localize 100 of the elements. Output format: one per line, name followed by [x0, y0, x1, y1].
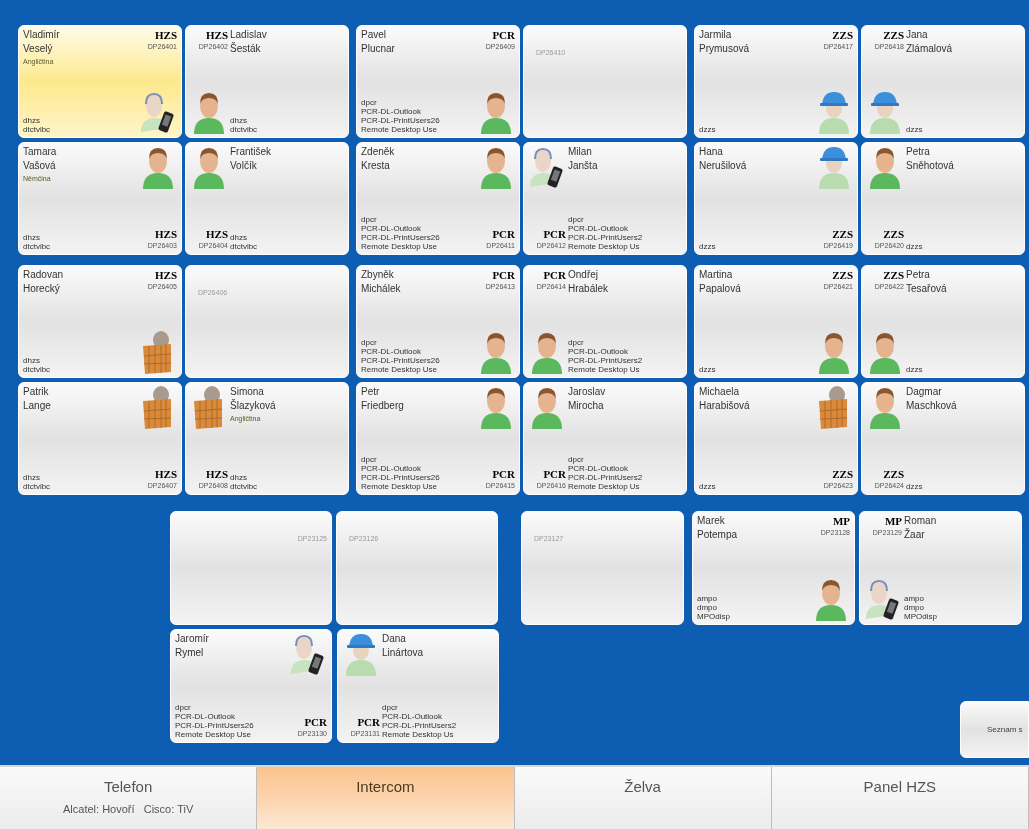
- last-name: Mirocha: [568, 399, 605, 413]
- last-name: Prymusová: [699, 42, 750, 56]
- first-name: Jaroslav: [568, 385, 607, 398]
- list-button[interactable]: Seznam s: [960, 701, 1029, 758]
- tab[interactable]: Intercom: [257, 767, 515, 829]
- group-label: PCR-DL-Outlook: [568, 347, 629, 356]
- tab-label: Intercom: [356, 777, 415, 797]
- first-name: Jarmila: [699, 28, 733, 41]
- group-label: Remote Desktop Us: [382, 730, 455, 739]
- group-label: PCR-DL-Outlook: [568, 224, 629, 233]
- group-label: dpcr: [361, 455, 378, 464]
- first-name: Dana: [382, 632, 407, 645]
- unit-label: HZS: [155, 467, 177, 481]
- tab-label: Telefon: [103, 777, 153, 797]
- first-name: Ondřej: [568, 268, 599, 281]
- unit-label: PCR: [492, 227, 515, 241]
- group-label: dpcr: [361, 338, 378, 347]
- tab[interactable]: Želva: [514, 767, 772, 829]
- group-label: MPOdisp: [697, 612, 731, 621]
- group-label: PCR-DL-Outlook: [361, 464, 422, 473]
- group-label: dpcr: [568, 215, 585, 224]
- group-label: dhzs: [230, 473, 248, 482]
- group-label: dhzs: [230, 116, 248, 125]
- first-name: Petr: [361, 385, 381, 398]
- unit-label: HZS: [155, 227, 177, 241]
- group-label: PCR-DL-Outlook: [361, 107, 422, 116]
- group-label: dtctvibc: [23, 242, 52, 251]
- group-label: dtctvibc: [23, 365, 52, 374]
- first-name: Petra: [906, 145, 931, 158]
- first-name: Jaromír: [175, 632, 210, 645]
- first-name: Tamara: [23, 145, 58, 158]
- unit-label: ZZS: [883, 227, 904, 241]
- group-label: PCR-DL-PrintUsers2: [568, 233, 644, 242]
- group-label: dzzs: [906, 482, 924, 491]
- group-label: dzzs: [906, 242, 924, 251]
- first-name: Ladislav: [230, 28, 268, 41]
- first-name: Petra: [906, 268, 931, 281]
- group-label: Remote Desktop Use: [361, 482, 439, 491]
- unit-label: HZS: [155, 28, 177, 42]
- group-label: dmpo: [697, 603, 718, 612]
- group-label: dtctvibc: [23, 125, 52, 134]
- tab-label: Želva: [624, 777, 661, 797]
- group-label: dpcr: [568, 338, 585, 347]
- first-name: Hana: [699, 145, 724, 158]
- unit-label: ZZS: [832, 28, 853, 42]
- group-label: dpcr: [568, 455, 585, 464]
- group-label: dhzs: [23, 473, 41, 482]
- first-name: Michaela: [699, 385, 741, 398]
- last-name: Žaar: [904, 527, 926, 542]
- group-label: PCR-DL-PrintUsers2: [382, 721, 458, 730]
- last-name: Lange: [23, 399, 52, 413]
- last-name: Volčík: [230, 159, 258, 173]
- group-label: dzzs: [906, 365, 924, 374]
- group-label: dpcr: [361, 98, 378, 107]
- last-name: Maschková: [906, 399, 958, 413]
- group-label: ampo: [904, 594, 925, 603]
- last-name: Vašová: [23, 159, 57, 173]
- tab[interactable]: Telefon Alcatel: Hovoří Cisco: TiV: [0, 767, 258, 829]
- first-name: Martina: [699, 268, 734, 281]
- first-name: Vladimír: [23, 28, 61, 41]
- group-label: PCR-DL-PrintUsers26: [361, 116, 441, 125]
- group-label: PCR-DL-Outlook: [361, 224, 422, 233]
- group-label: dzzs: [699, 125, 717, 134]
- group-label: Remote Desktop Us: [568, 365, 641, 374]
- unit-label: HZS: [155, 268, 177, 282]
- unit-label: PCR: [492, 467, 515, 481]
- unit-label: ZZS: [883, 467, 904, 481]
- phone-status: Alcatel: Hovoří Cisco: TiV: [63, 802, 194, 817]
- last-name: Zlámalová: [906, 42, 954, 56]
- group-label: ampo: [697, 594, 718, 603]
- group-label: PCR-DL-Outlook: [361, 347, 422, 356]
- group-label: PCR-DL-PrintUsers26: [175, 721, 255, 730]
- group-label: dzzs: [699, 365, 717, 374]
- group-label: dtctvibc: [230, 125, 259, 134]
- last-name: Nerušilová: [699, 159, 748, 173]
- last-name: Rymel: [175, 646, 205, 660]
- group-label: dtctvibc: [23, 482, 52, 491]
- group-label: dzzs: [699, 482, 717, 491]
- first-name: Dagmar: [906, 385, 943, 398]
- unit-label: HZS: [206, 28, 228, 42]
- unit-label: PCR: [543, 268, 566, 282]
- group-label: dtctvibc: [230, 242, 259, 251]
- last-name: Janšta: [568, 159, 599, 173]
- tab[interactable]: Panel HZS: [771, 767, 1029, 829]
- first-name: Pavel: [361, 28, 387, 41]
- last-name: Veselý: [23, 42, 54, 56]
- group-label: Remote Desktop Use: [175, 730, 253, 739]
- last-name: Tesařová: [906, 282, 948, 296]
- unit-label: PCR: [543, 467, 566, 481]
- group-label: dpcr: [361, 215, 378, 224]
- first-name: Simona: [230, 385, 265, 398]
- unit-label: HZS: [206, 227, 228, 241]
- last-name: Sněhotová: [906, 159, 955, 173]
- group-label: dhzs: [230, 233, 248, 242]
- unit-label: MP: [884, 514, 902, 528]
- group-label: PCR-DL-PrintUsers26: [361, 356, 441, 365]
- unit-label: HZS: [206, 467, 228, 481]
- unit-label: ZZS: [832, 467, 853, 481]
- first-name: Marek: [697, 514, 726, 527]
- unit-label: PCR: [304, 715, 327, 729]
